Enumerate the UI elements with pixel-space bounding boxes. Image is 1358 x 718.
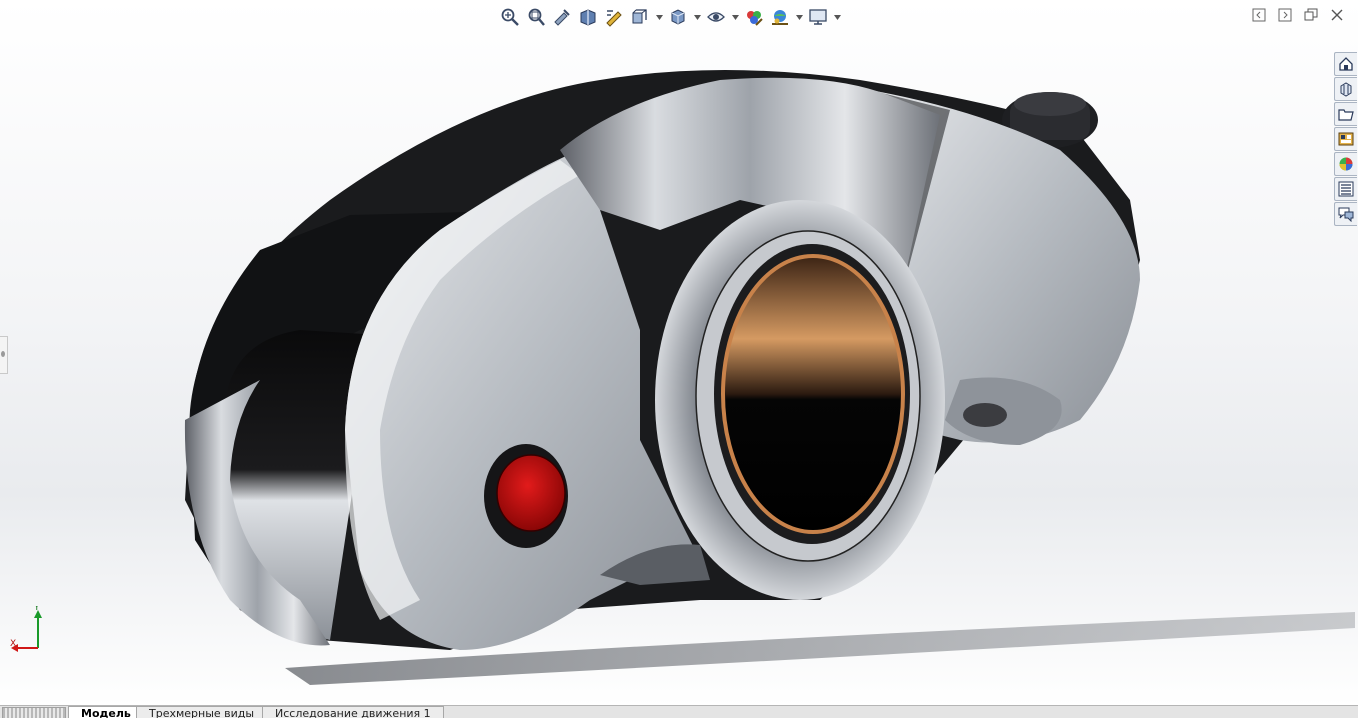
view-palette-icon[interactable] [1334, 127, 1357, 151]
section-view-icon[interactable] [576, 5, 600, 29]
file-explorer-icon[interactable] [1334, 102, 1357, 126]
previous-view-icon[interactable] [550, 5, 574, 29]
view-settings-dropdown[interactable] [832, 5, 842, 29]
display-style-dropdown[interactable] [692, 5, 702, 29]
tile-right-icon[interactable] [1276, 6, 1294, 24]
close-icon[interactable] [1328, 6, 1346, 24]
view-orientation-icon[interactable] [628, 5, 652, 29]
tab-motion-study-1[interactable]: Исследование движения 1 [262, 706, 444, 718]
display-style-icon[interactable] [666, 5, 690, 29]
hide-show-items-dropdown[interactable] [730, 5, 740, 29]
heads-up-view-toolbar [498, 4, 842, 30]
document-window-controls [1250, 6, 1346, 24]
apply-scene-dropdown[interactable] [794, 5, 804, 29]
zoom-to-area-icon[interactable] [524, 5, 548, 29]
feature-manager-collapse-handle[interactable] [0, 336, 8, 374]
tab-model[interactable]: Модель [68, 706, 144, 718]
custom-properties-icon[interactable] [1334, 177, 1357, 201]
appearances-scenes-icon[interactable] [1334, 152, 1357, 176]
rocker-arm-model[interactable] [0, 0, 1358, 706]
graphics-area[interactable]: Y X [0, 0, 1358, 706]
restore-icon[interactable] [1302, 6, 1320, 24]
view-orientation-dropdown[interactable] [654, 5, 664, 29]
triad-x-label: X [10, 639, 16, 649]
zoom-to-fit-icon[interactable] [498, 5, 522, 29]
tab-scroll-controls[interactable] [2, 707, 66, 718]
tile-left-icon[interactable] [1250, 6, 1268, 24]
reference-triad: Y X [10, 606, 42, 652]
solidworks-resources-icon[interactable] [1334, 52, 1357, 76]
design-library-icon[interactable] [1334, 77, 1357, 101]
hide-show-items-icon[interactable] [704, 5, 728, 29]
edit-appearance-icon[interactable] [742, 5, 766, 29]
document-tabs-bar: Модель Трехмерные виды Исследование движ… [0, 705, 1358, 718]
dynamic-annotation-views-icon[interactable] [602, 5, 626, 29]
forum-icon[interactable] [1334, 202, 1357, 226]
tab-3d-views[interactable]: Трехмерные виды [136, 706, 268, 718]
triad-y-label: Y [33, 606, 40, 613]
task-pane-tabs [1334, 52, 1358, 226]
view-settings-icon[interactable] [806, 5, 830, 29]
apply-scene-icon[interactable] [768, 5, 792, 29]
